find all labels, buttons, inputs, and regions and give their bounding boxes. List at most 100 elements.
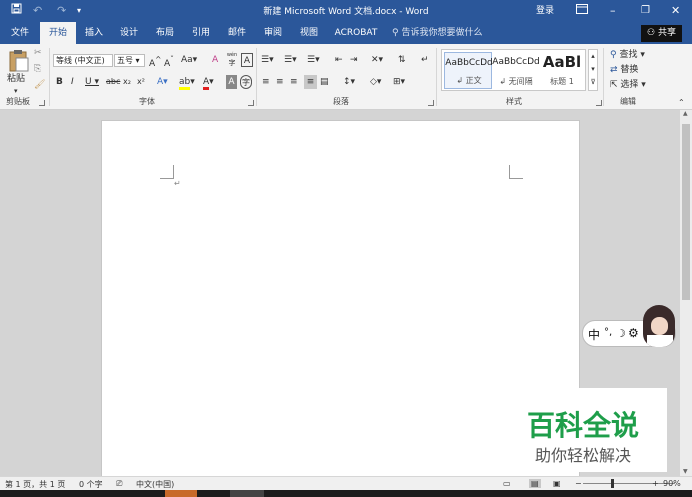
shrink-font-icon[interactable]: Aˇ (164, 53, 174, 69)
font-name-select[interactable]: 等线 (中文正) (53, 54, 113, 67)
divider (436, 48, 437, 106)
tab-mailings[interactable]: 邮件 (223, 22, 251, 44)
share-button[interactable]: ⚇ 共享 (641, 25, 682, 42)
web-layout-icon[interactable]: ▣ (553, 479, 561, 488)
zoom-thumb[interactable] (611, 479, 614, 488)
format-painter-icon[interactable]: 🖌 (34, 78, 45, 92)
tab-insert[interactable]: 插入 (80, 22, 108, 44)
style-name-text: 正文 (465, 76, 482, 85)
paragraph-launcher-icon[interactable] (428, 100, 434, 106)
scroll-up-icon[interactable]: ▲ (683, 110, 688, 117)
zoom-out-icon[interactable]: − (575, 479, 582, 488)
italic-icon[interactable]: I (71, 75, 74, 89)
styles-launcher-icon[interactable] (596, 100, 602, 106)
font-color-icon[interactable]: A▾ (203, 75, 214, 90)
justify-icon[interactable]: ≡ (304, 75, 317, 89)
select-button[interactable]: ⇱ 选择 ▾ (610, 78, 646, 92)
style-name: ↲ 无间隔 (499, 77, 533, 86)
style-heading-1[interactable]: AaBl 标题 1 (538, 52, 586, 89)
text-effects-icon[interactable]: A▾ (157, 75, 168, 89)
tab-view[interactable]: 视图 (295, 22, 323, 44)
bold-icon[interactable]: B (56, 75, 63, 89)
read-mode-icon[interactable]: ▭ (503, 479, 511, 488)
zoom-in-icon[interactable]: + (652, 479, 659, 488)
ribbon-display-icon[interactable] (576, 3, 588, 19)
highlight-icon[interactable]: ab▾ (179, 75, 195, 90)
strikethrough-icon[interactable]: abc (106, 75, 120, 89)
bullets-icon[interactable]: ☰▾ (261, 53, 274, 67)
ime-halfwidth-icon[interactable]: ☽ (616, 327, 626, 340)
ribbon: 粘贴 ▾ ✂ ⎘ 🖌 剪贴板 等线 (中文正) 五号 ▾ A^ Aˇ Aa▾ A… (0, 44, 692, 110)
style-no-spacing[interactable]: AaBbCcDd ↲ 无间隔 (492, 52, 540, 89)
tab-layout[interactable]: 布局 (151, 22, 179, 44)
styles-scroll-icon[interactable]: ▴ ▾ ⊽ (588, 49, 598, 91)
ime-mode[interactable]: 中 (588, 326, 600, 343)
enclose-characters-text: 字 (242, 78, 250, 87)
taskbar-item[interactable] (165, 490, 197, 497)
page-count[interactable]: 第 1 页，共 1 页 (5, 479, 65, 490)
shading-icon[interactable]: ◇▾ (370, 75, 381, 89)
decrease-indent-icon[interactable]: ⇤ (335, 53, 343, 67)
ime-settings-icon[interactable]: ⚙ (628, 326, 639, 340)
enclose-characters-icon[interactable]: 字 (240, 75, 252, 89)
language-status[interactable]: 中文(中国) (136, 479, 174, 490)
grow-font-icon[interactable]: A^ (149, 53, 161, 69)
replace-button[interactable]: ⇄ 替换 (610, 63, 638, 77)
show-marks-icon[interactable]: ↵ (421, 53, 429, 67)
login-link[interactable]: 登录 (536, 3, 554, 19)
zoom-level[interactable]: 90% (663, 479, 681, 488)
ime-toolbar[interactable]: 中 °, ☽ ⚙ (582, 305, 676, 347)
increase-indent-icon[interactable]: ⇥ (350, 53, 358, 67)
tab-home[interactable]: 开始 (40, 22, 76, 44)
clear-formatting-icon[interactable]: A (212, 53, 218, 67)
close-icon[interactable]: ✕ (671, 3, 680, 19)
multilevel-list-icon[interactable]: ☰▾ (307, 53, 320, 67)
tab-review[interactable]: 审阅 (259, 22, 287, 44)
style-normal[interactable]: AaBbCcDd ↲ 正文 (444, 52, 493, 89)
phonetic-guide-text: wén (226, 52, 238, 58)
word-count[interactable]: 0 个字 (79, 479, 103, 490)
tab-acrobat[interactable]: ACROBAT (331, 22, 381, 44)
character-border-icon[interactable]: A (241, 53, 253, 67)
tab-references[interactable]: 引用 (187, 22, 215, 44)
distributed-icon[interactable]: ▤ (320, 75, 329, 89)
zoom-slider[interactable] (583, 483, 675, 484)
tab-file[interactable]: 文件 (5, 22, 35, 44)
font-size-select[interactable]: 五号 ▾ (114, 54, 145, 67)
copy-icon[interactable]: ⎘ (34, 62, 41, 76)
character-shading-icon[interactable]: A (226, 75, 237, 89)
subscript-icon[interactable]: x₂ (123, 75, 131, 89)
taskbar-item[interactable] (230, 490, 264, 497)
align-left-icon[interactable]: ≡ (262, 75, 270, 89)
numbering-icon[interactable]: ☰▾ (284, 53, 297, 67)
scroll-thumb[interactable] (682, 124, 690, 300)
borders-icon[interactable]: ⊞▾ (393, 75, 405, 89)
cut-icon[interactable]: ✂ (34, 46, 42, 60)
restore-icon[interactable]: ❐ (641, 3, 650, 19)
collapse-ribbon-icon[interactable]: ⌃ (678, 96, 685, 110)
tell-me-box[interactable]: ⚲ 告诉我你想要做什么 (392, 22, 482, 44)
underline-icon[interactable]: U ▾ (85, 75, 99, 89)
proofing-icon[interactable]: ⎚ (116, 479, 122, 489)
ribbon-tabs: 文件 开始 插入 设计 布局 引用 邮件 审阅 视图 ACROBAT ⚲ 告诉我… (0, 22, 692, 44)
chinese-layout-icon[interactable]: ✕▾ (371, 53, 383, 67)
line-spacing-icon[interactable]: ↕▾ (343, 75, 355, 89)
change-case-icon[interactable]: Aa▾ (181, 53, 197, 67)
scroll-down-icon[interactable]: ▼ (683, 468, 688, 475)
tab-design[interactable]: 设计 (115, 22, 143, 44)
find-button[interactable]: ⚲ 查找 ▾ (610, 48, 645, 62)
clipboard-launcher-icon[interactable] (39, 100, 45, 106)
print-layout-icon[interactable]: ▤ (529, 479, 541, 488)
document-title: 新建 Microsoft Word 文档.docx - Word (263, 7, 429, 17)
align-center-icon[interactable]: ≡ (276, 75, 284, 89)
minimize-icon[interactable]: – (610, 3, 616, 19)
ime-avatar (643, 305, 675, 347)
vertical-scrollbar[interactable]: ▲ ▼ (680, 110, 692, 476)
sort-icon[interactable]: ⇅ (398, 53, 406, 67)
tell-me-text: 告诉我你想要做什么 (401, 28, 483, 38)
superscript-icon[interactable]: x² (137, 75, 145, 89)
ime-punctuation-icon[interactable]: °, (604, 327, 612, 338)
font-launcher-icon[interactable] (248, 100, 254, 106)
phonetic-guide-icon[interactable]: wén 字 (226, 50, 238, 67)
align-right-icon[interactable]: ≡ (290, 75, 298, 89)
